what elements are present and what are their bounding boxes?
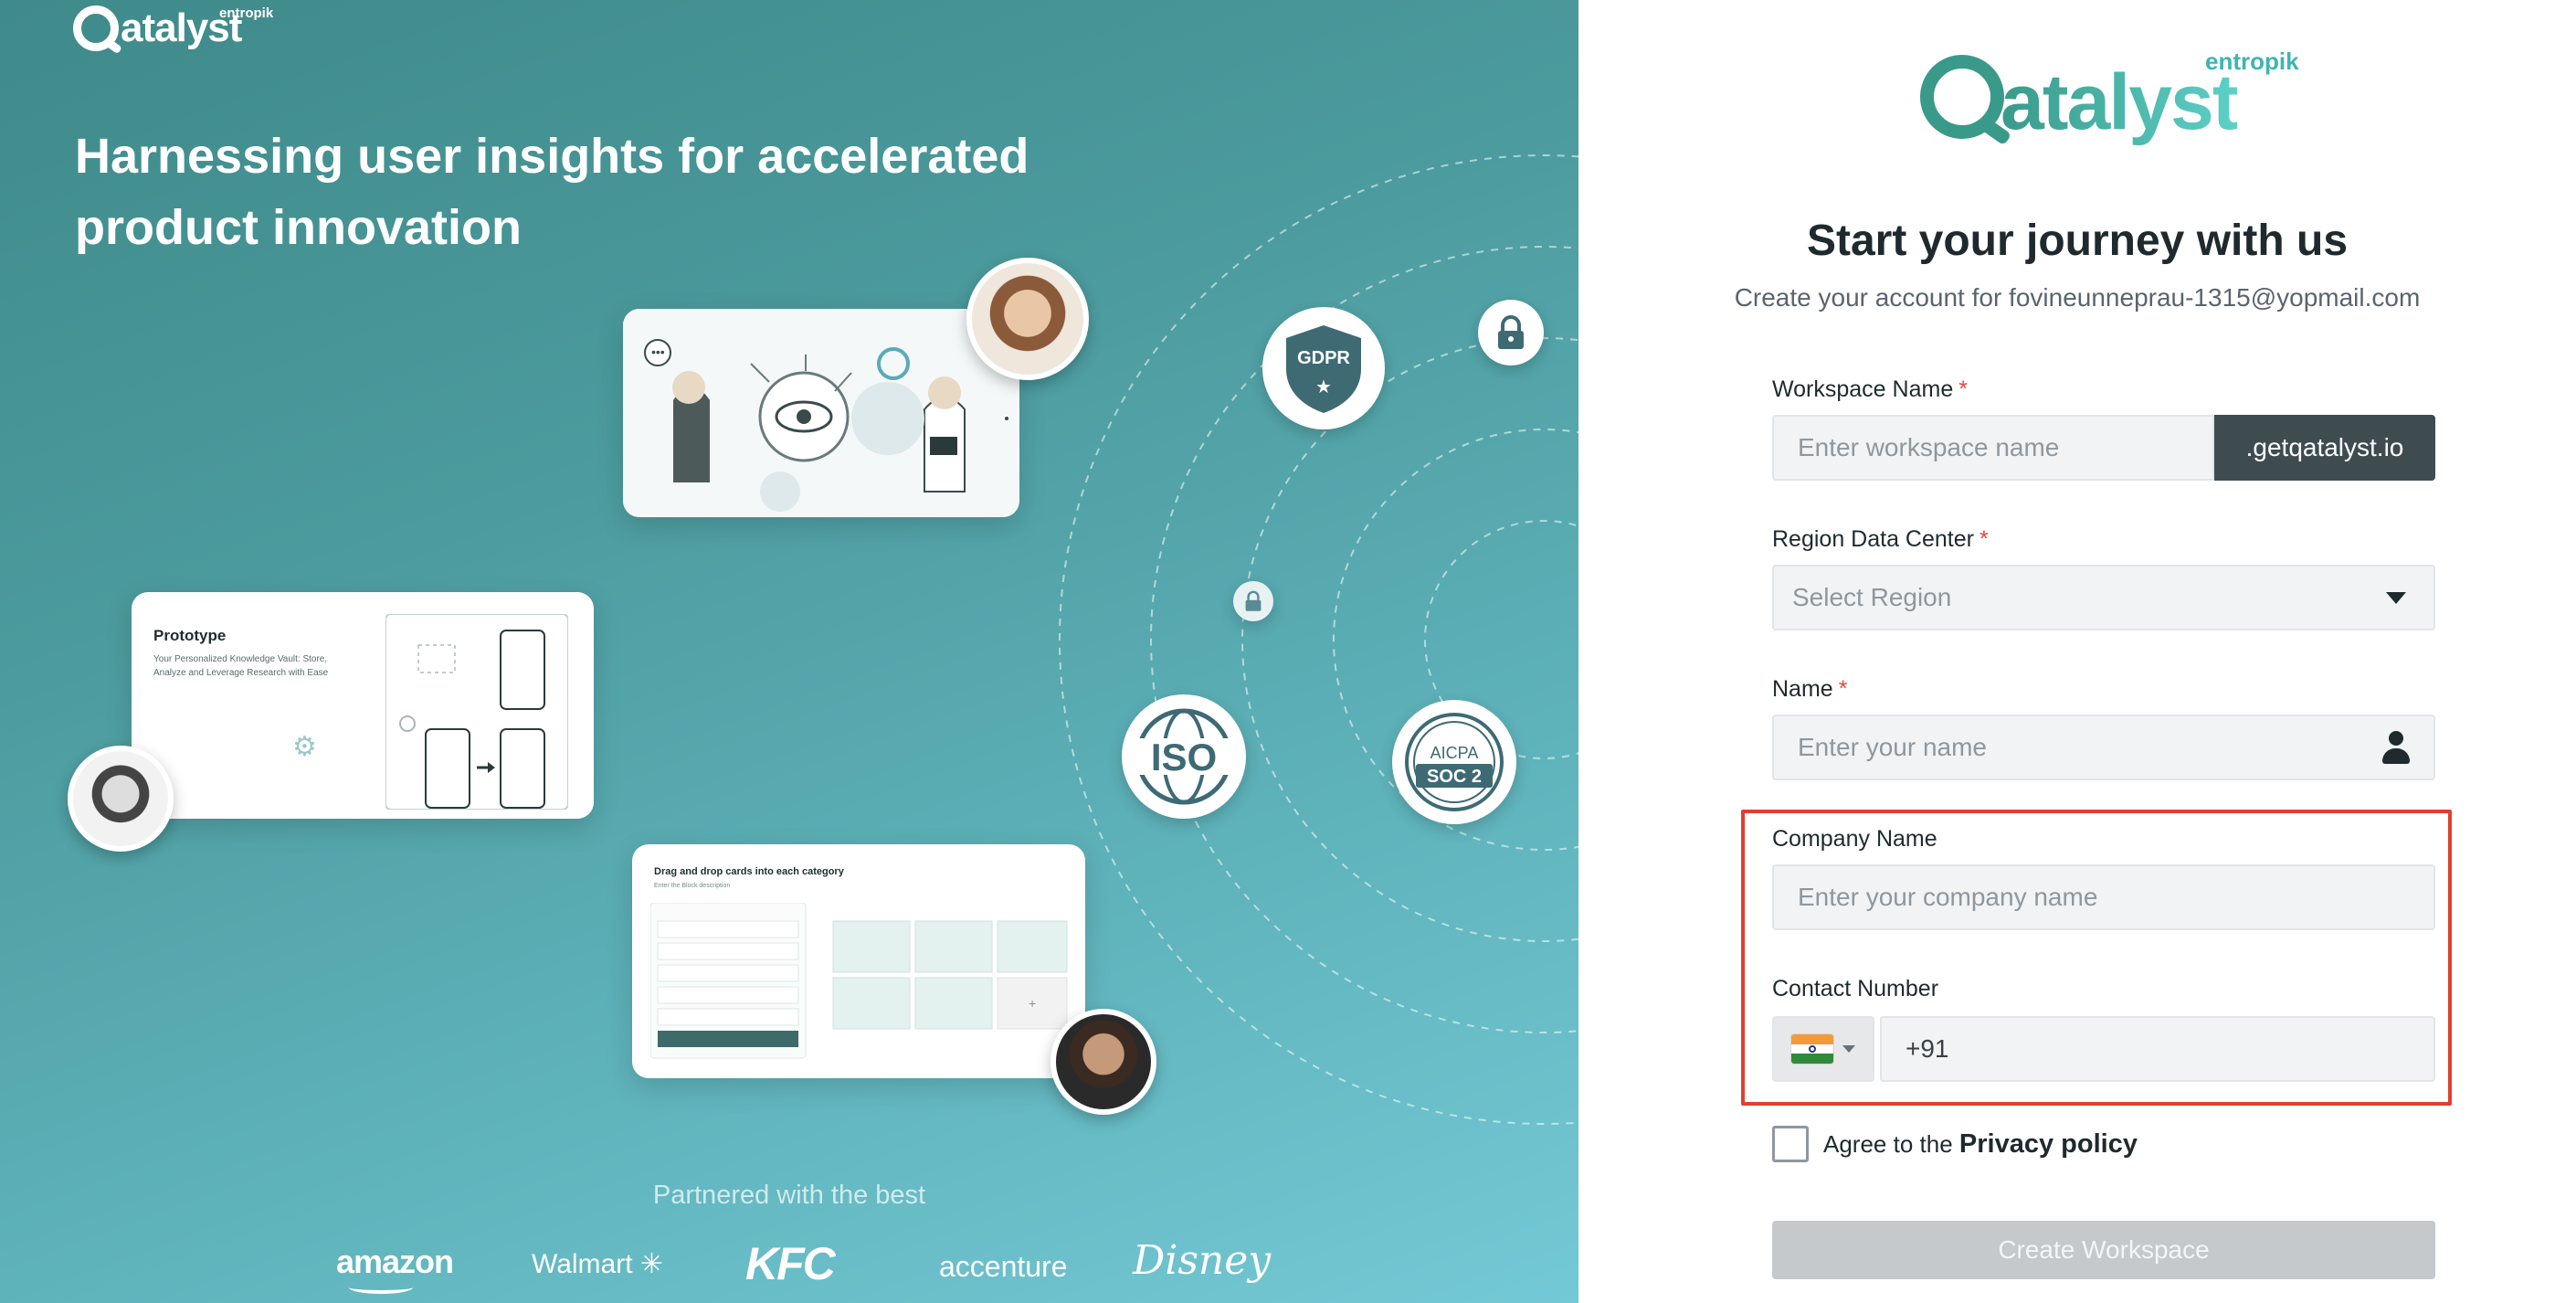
- left-logo-sub: entropik: [219, 5, 274, 21]
- prototype-wireframe-illustration: [385, 614, 568, 810]
- aicpa-soc2-badge: AICPA SOC 2: [1392, 700, 1516, 824]
- card-sort-illustration: +: [650, 903, 1068, 1059]
- chevron-down-icon: [1842, 1045, 1855, 1053]
- name-label-text: Name: [1772, 676, 1833, 702]
- name-input[interactable]: Enter your name: [1772, 715, 2435, 780]
- create-workspace-button[interactable]: Create Workspace: [1772, 1221, 2435, 1279]
- lock-badge-small: [1233, 581, 1273, 621]
- country-code-selector[interactable]: [1772, 1016, 1874, 1082]
- iso-badge-text: ISO: [1151, 736, 1217, 779]
- soc2-text: SOC 2: [1427, 767, 1482, 787]
- country-dial-code: +91: [1906, 1034, 1949, 1063]
- user-icon: [2382, 731, 2410, 764]
- logo-q-icon-large: [1920, 55, 2004, 139]
- walmart-logo: Walmart ✳: [532, 1248, 663, 1280]
- kfc-logo: KFC: [745, 1238, 836, 1289]
- agree-prefix: Agree to the: [1823, 1130, 1953, 1158]
- privacy-policy-checkbox[interactable]: [1772, 1126, 1809, 1162]
- chevron-down-icon[interactable]: [2386, 591, 2406, 604]
- privacy-policy-link[interactable]: Privacy policy: [1959, 1129, 2138, 1159]
- workspace-name-label: Workspace Name *: [1772, 376, 1968, 403]
- marketing-headline: Harnessing user insights for accelerated…: [75, 129, 1029, 255]
- logo-wordmark: atalyst: [2001, 58, 2238, 146]
- aicpa-seal-icon: AICPA SOC 2: [1405, 713, 1504, 811]
- company-name-placeholder: Enter your company name: [1798, 883, 2098, 911]
- workspace-name-placeholder: Enter workspace name: [1798, 433, 2060, 461]
- drag-card-title: Drag and drop cards into each category: [654, 866, 844, 877]
- agree-text: Agree to the Privacy policy: [1823, 1129, 2138, 1160]
- svg-text:★: ★: [1315, 377, 1332, 397]
- drag-drop-card: Drag and drop cards into each category E…: [632, 844, 1085, 1078]
- avatar-bearded-man: [1050, 1009, 1156, 1115]
- required-asterisk: *: [1958, 376, 1968, 402]
- walmart-logo-text: Walmart: [532, 1249, 633, 1279]
- signup-panel: entropik atalyst Start your journey with…: [1578, 0, 2576, 1303]
- walmart-spark-icon: ✳: [632, 1249, 664, 1279]
- amazon-logo: amazon: [336, 1243, 454, 1294]
- logo-q-icon: [73, 5, 119, 51]
- workspace-name-label-text: Workspace Name: [1772, 376, 1954, 402]
- marketing-panel: atalyst entropik Harnessing user insight…: [0, 0, 1578, 1303]
- name-label: Name *: [1772, 676, 1847, 703]
- left-logo: atalyst entropik: [73, 5, 273, 51]
- aicpa-text: AICPA: [1431, 744, 1479, 762]
- iso-globe-icon: ISO: [1135, 708, 1233, 805]
- workspace-name-input[interactable]: Enter workspace name: [1772, 415, 2214, 481]
- lock-badge-top: [1478, 300, 1544, 365]
- small-lock-icon: [1245, 590, 1262, 611]
- gear-icon: ⚙: [292, 732, 317, 762]
- page-title: Start your journey with us: [1806, 217, 2349, 265]
- region-placeholder: Select Region: [1792, 583, 1952, 611]
- region-select[interactable]: Select Region: [1772, 565, 2435, 630]
- partner-logos: amazon Walmart ✳ KFC accenture Disney: [0, 1237, 1578, 1298]
- accenture-logo: accenture: [939, 1250, 1068, 1283]
- page-subtitle: Create your account for fovineunneprau-1…: [1734, 283, 2421, 312]
- drag-card-subtitle: Enter the Block description: [654, 883, 731, 889]
- workspace-domain-suffix: .getqatalyst.io: [2214, 415, 2435, 481]
- prototype-card-description: Your Personalized Knowledge Vault: Store…: [153, 654, 329, 678]
- prototype-card-title: Prototype: [153, 627, 227, 644]
- prototype-card: Prototype Your Personalized Knowledge Va…: [132, 592, 594, 819]
- contact-number-label: Contact Number: [1772, 976, 1939, 1001]
- contact-number-input[interactable]: +91: [1880, 1016, 2435, 1082]
- concentric-rings-decoration: [1059, 154, 1578, 1125]
- region-label: Region Data Center *: [1772, 526, 1989, 553]
- required-asterisk: *: [1979, 526, 1989, 552]
- company-name-label: Company Name: [1772, 826, 1937, 852]
- region-label-text: Region Data Center: [1772, 526, 1974, 552]
- gdpr-shield-icon: GDPR ★: [1286, 325, 1361, 413]
- required-asterisk: *: [1838, 676, 1848, 702]
- company-name-input[interactable]: Enter your company name: [1772, 864, 2435, 930]
- disney-logo: Disney: [1133, 1237, 1272, 1284]
- lock-icon: [1498, 315, 1524, 349]
- avatar-curly-hair: [966, 258, 1089, 380]
- avatar-face-paint: [68, 746, 174, 852]
- svg-text:•••: •••: [651, 344, 665, 359]
- name-placeholder: Enter your name: [1798, 733, 1987, 761]
- research-illustration: •••: [623, 309, 1019, 517]
- svg-text:+: +: [1029, 996, 1036, 1011]
- india-flag-icon: [1791, 1034, 1833, 1064]
- people-illustration-card: •••: [623, 309, 1019, 517]
- gdpr-badge: GDPR ★: [1262, 307, 1385, 429]
- gdpr-badge-text: GDPR: [1297, 348, 1350, 368]
- partnered-text: Partnered with the best: [652, 1181, 926, 1210]
- iso-badge: ISO: [1122, 694, 1246, 819]
- qatalyst-logo: entropik atalyst: [1920, 46, 2299, 146]
